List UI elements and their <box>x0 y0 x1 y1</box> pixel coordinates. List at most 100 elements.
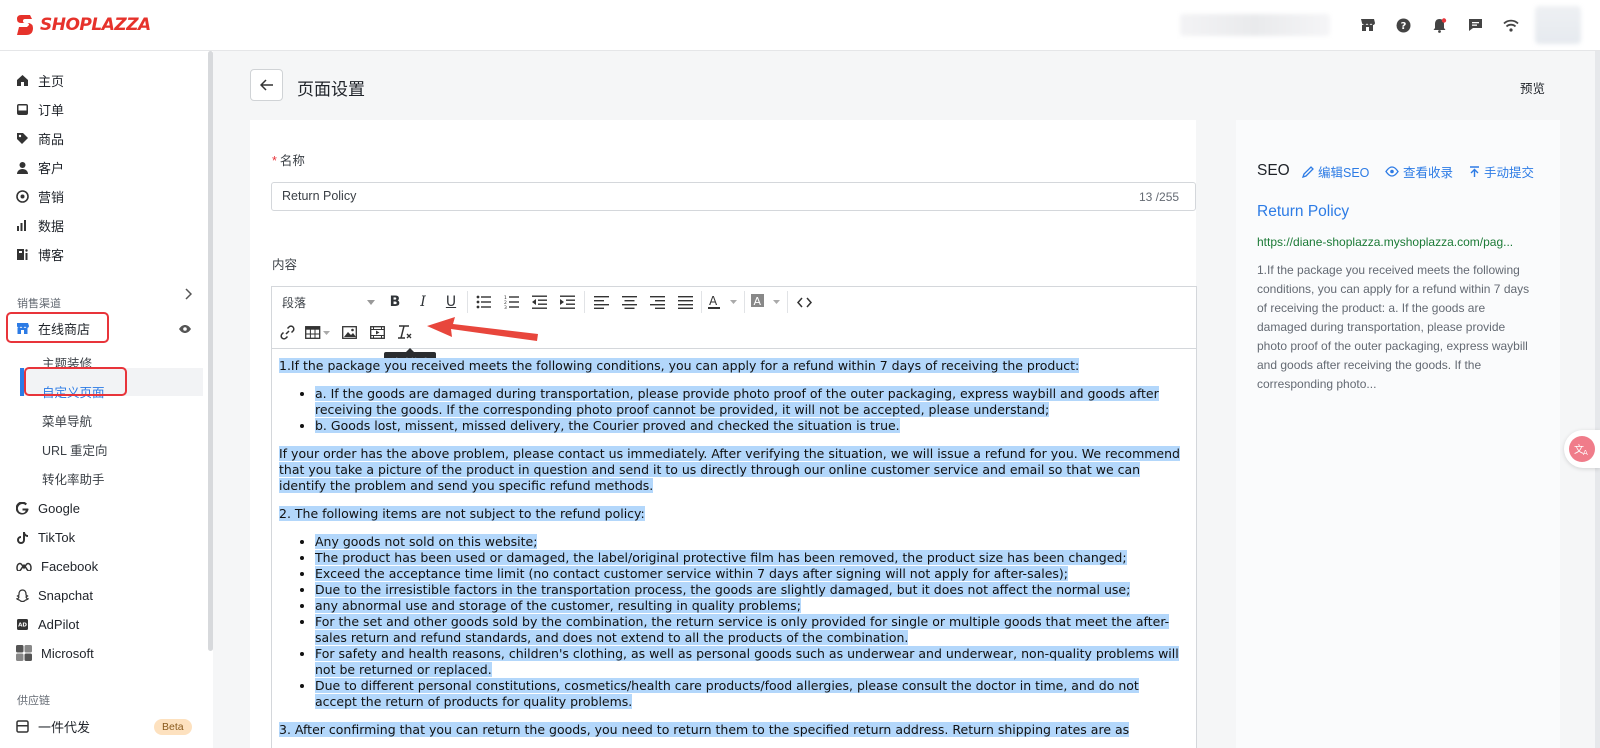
logo[interactable]: SHOPLAZZA <box>16 14 151 36</box>
seo-title: SEO <box>1257 162 1290 179</box>
preview-button[interactable]: 预览 <box>1520 78 1545 97</box>
blurred-avatar[interactable] <box>1535 6 1581 44</box>
user-icon <box>16 161 29 174</box>
outdent-icon[interactable] <box>526 289 554 315</box>
editor-content[interactable]: 1.If the package you received meets the … <box>279 358 1184 748</box>
manual-submit-link[interactable]: 手动提交 <box>1469 162 1534 181</box>
seo-page-title[interactable]: Return Policy <box>1257 203 1349 221</box>
sidebar-item-marketing[interactable]: 营销 <box>16 184 64 208</box>
list-item-text: For the set and other goods sold by the … <box>315 614 1170 645</box>
list-item: The product has been used or damaged, th… <box>315 550 1184 566</box>
paragraph-text: 1.If the package you received meets the … <box>279 358 1080 373</box>
inbox-icon <box>16 103 29 116</box>
list-item: Due to different personal constitutions,… <box>315 678 1184 710</box>
shoplazza-logo-icon <box>17 15 33 35</box>
align-right-icon[interactable] <box>643 289 671 315</box>
help-icon[interactable]: ? <box>1394 16 1412 34</box>
paragraph-format-select[interactable]: 段落 <box>273 289 381 315</box>
sidebar-scrollbar[interactable] <box>208 51 213 651</box>
chevron-right-icon[interactable] <box>184 288 192 300</box>
name-input[interactable]: Return Policy <box>271 182 1196 211</box>
sidebar-item-customers[interactable]: 客户 <box>16 155 64 179</box>
indent-icon[interactable] <box>554 289 582 315</box>
page-title: 页面设置 <box>297 80 365 99</box>
beta-badge: Beta <box>154 719 192 735</box>
svg-text:3: 3 <box>504 305 507 309</box>
image-icon[interactable] <box>335 319 363 345</box>
table-icon[interactable] <box>301 319 335 345</box>
list-item: For the set and other goods sold by the … <box>315 614 1184 646</box>
sidebar-item-label: Snapchat <box>38 587 93 603</box>
sidebar-item-facebook[interactable]: Facebook <box>16 554 98 578</box>
code-view-icon[interactable] <box>790 289 818 315</box>
sidebar-item-tiktok[interactable]: TikTok <box>16 525 75 549</box>
ad-icon: AD <box>16 618 29 631</box>
clear-format-icon[interactable] <box>391 319 419 345</box>
bold-icon[interactable]: B <box>381 289 409 315</box>
sidebar-item-orders[interactable]: 订单 <box>16 97 64 121</box>
link-icon[interactable] <box>273 319 301 345</box>
align-left-icon[interactable] <box>587 289 615 315</box>
translate-button[interactable]: 文A <box>1564 430 1600 468</box>
eye-icon[interactable] <box>178 324 192 334</box>
text-color-icon[interactable]: A <box>704 289 742 315</box>
sidebar-sub-menu[interactable]: 菜单导航 <box>42 411 92 430</box>
sidebar-item-label: 博客 <box>38 247 65 263</box>
store-icon[interactable] <box>1358 16 1376 34</box>
paragraph-text: 3. After confirming that you can return … <box>279 722 1130 737</box>
svg-text:A: A <box>754 295 762 308</box>
list-item-text: Any goods not sold on this website; <box>315 534 538 549</box>
caret-down-icon <box>367 299 375 305</box>
upload-icon <box>1470 165 1479 177</box>
numbered-list-icon[interactable]: 123 <box>498 289 526 315</box>
back-button[interactable] <box>250 69 283 101</box>
page-scrollbar[interactable] <box>1595 51 1600 748</box>
video-icon[interactable] <box>363 319 391 345</box>
wifi-icon[interactable] <box>1502 16 1520 34</box>
underline-icon[interactable]: U <box>437 289 465 315</box>
list-item-text: Due to the irresistible factors in the t… <box>315 582 1131 597</box>
sidebar-item-label: 数据 <box>38 218 65 234</box>
paragraph-text: 2. The following items are not subject t… <box>279 506 645 521</box>
background-color-icon[interactable]: A <box>747 289 785 315</box>
blurred-store-name <box>1180 14 1330 36</box>
sidebar-item-label: AdPilot <box>38 616 80 632</box>
sidebar-sub-conversion[interactable]: 转化率助手 <box>42 469 105 488</box>
paragraph-text: If your order has the above problem, ple… <box>279 446 1180 493</box>
list-item: a. If the goods are damaged during trans… <box>315 386 1184 418</box>
sidebar-item-label: 营销 <box>38 189 65 205</box>
align-justify-icon[interactable] <box>671 289 699 315</box>
sidebar-item-google[interactable]: Google <box>16 496 80 520</box>
sidebar-item-dropship[interactable]: 一件代发 <box>16 714 90 738</box>
target-icon <box>16 189 29 203</box>
sidebar-item-blog[interactable]: 博客 <box>16 242 64 266</box>
sidebar-item-home[interactable]: 主页 <box>16 68 64 92</box>
sidebar-item-label: 一件代发 <box>38 719 91 735</box>
chat-icon[interactable] <box>1466 16 1484 34</box>
view-index-link[interactable]: 查看收录 <box>1385 162 1453 181</box>
sidebar-sub-url-redirect[interactable]: URL 重定向 <box>42 440 108 459</box>
bell-icon[interactable] <box>1430 16 1448 34</box>
list-item-text: For safety and health reasons, children'… <box>315 646 1179 677</box>
seo-description: 1.If the package you received meets the … <box>1257 263 1530 391</box>
eye-icon <box>1385 166 1399 177</box>
paragraph-select-value: 段落 <box>282 295 307 310</box>
sidebar-item-snapchat[interactable]: Snapchat <box>16 583 93 607</box>
sidebar-item-label: 客户 <box>38 160 65 176</box>
edit-seo-link[interactable]: 编辑SEO <box>1302 162 1369 181</box>
list-item: Due to the irresistible factors in the t… <box>315 582 1184 598</box>
sidebar-item-products[interactable]: 商品 <box>16 126 64 150</box>
sidebar-item-adpilot[interactable]: AD AdPilot <box>16 612 79 636</box>
svg-text:AD: AD <box>18 622 27 628</box>
align-center-icon[interactable] <box>615 289 643 315</box>
tiktok-icon <box>16 531 29 544</box>
italic-icon[interactable]: I <box>409 289 437 315</box>
content-list: Any goods not sold on this website; The … <box>315 534 1184 710</box>
sidebar-item-analytics[interactable]: 数据 <box>16 213 64 237</box>
online-store-highlight-box <box>6 312 109 343</box>
content-paragraph: If your order has the above problem, ple… <box>279 446 1184 494</box>
bullet-list-icon[interactable] <box>470 289 498 315</box>
sidebar-item-microsoft[interactable]: Microsoft <box>16 641 94 665</box>
name-char-count: 13 /255 <box>1139 190 1180 204</box>
windows-icon <box>16 645 32 661</box>
